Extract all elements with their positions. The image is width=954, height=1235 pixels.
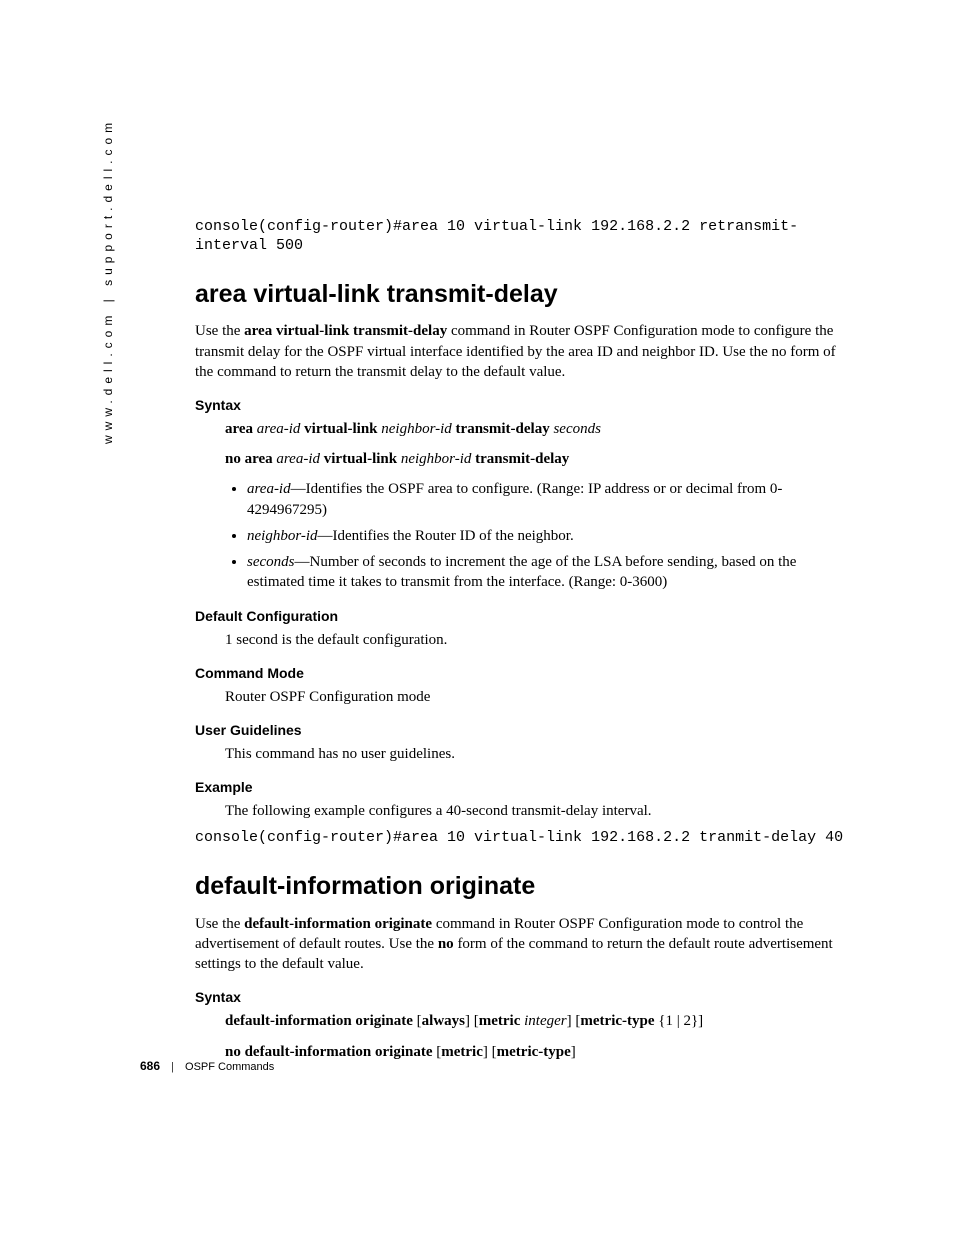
param-name: neighbor-id bbox=[247, 528, 318, 544]
footer-separator: | bbox=[171, 1061, 174, 1073]
section2-intro: Use the default-information originate co… bbox=[195, 914, 844, 975]
param-desc: —Identifies the Router ID of the neighbo… bbox=[318, 528, 574, 544]
subhead-default-config: Default Configuration bbox=[195, 607, 844, 626]
parameter-list-1: area-id—Identifies the OSPF area to conf… bbox=[225, 479, 844, 592]
syntax-line-1a: area area-id virtual-link neighbor-id tr… bbox=[225, 419, 844, 439]
syntax-line-1b: no area area-id virtual-link neighbor-id… bbox=[225, 449, 844, 469]
syn-token: metric bbox=[479, 1013, 524, 1029]
syn-token: no area bbox=[225, 451, 276, 467]
syn-token: metric bbox=[441, 1044, 483, 1060]
syntax-line-2b: no default-information originate [metric… bbox=[225, 1042, 844, 1062]
section-title-2: default-information originate bbox=[195, 870, 844, 904]
subhead-example: Example bbox=[195, 778, 844, 797]
code-block-example: console(config-router)#area 10 virtual-l… bbox=[195, 829, 844, 848]
list-item: neighbor-id—Identifies the Router ID of … bbox=[247, 526, 844, 546]
syn-token: transmit-delay bbox=[456, 421, 554, 437]
syn-token: ] bbox=[571, 1044, 576, 1060]
command-mode-body: Router OSPF Configuration mode bbox=[225, 687, 844, 707]
syn-token: seconds bbox=[553, 421, 601, 437]
section1-intro: Use the area virtual-link transmit-delay… bbox=[195, 321, 844, 382]
param-name: seconds bbox=[247, 554, 295, 570]
page-content: console(config-router)#area 10 virtual-l… bbox=[195, 218, 844, 1072]
syn-token: metric-type bbox=[497, 1044, 571, 1060]
syn-token: virtual-link bbox=[300, 421, 381, 437]
intro-pre: Use the bbox=[195, 916, 244, 932]
subhead-command-mode: Command Mode bbox=[195, 664, 844, 683]
subhead-syntax-2: Syntax bbox=[195, 988, 844, 1007]
page-footer: 686 | OSPF Commands bbox=[140, 1058, 274, 1075]
footer-label: OSPF Commands bbox=[185, 1061, 274, 1073]
syn-token: area bbox=[225, 421, 257, 437]
list-item: seconds—Number of seconds to increment t… bbox=[247, 552, 844, 593]
syn-token: {1 | 2}] bbox=[655, 1013, 704, 1029]
syn-token: ] [ bbox=[483, 1044, 497, 1060]
syn-token: metric-type bbox=[580, 1013, 654, 1029]
syn-token: [ bbox=[433, 1044, 442, 1060]
subhead-user-guidelines: User Guidelines bbox=[195, 721, 844, 740]
sidebar-url-text: www.dell.com | support.dell.com bbox=[100, 118, 116, 444]
default-config-body: 1 second is the default configuration. bbox=[225, 630, 844, 650]
subhead-syntax-1: Syntax bbox=[195, 396, 844, 415]
page-number: 686 bbox=[140, 1059, 160, 1073]
syn-token: area-id bbox=[257, 421, 301, 437]
syn-token: default-information originate bbox=[225, 1013, 413, 1029]
syn-token: integer bbox=[524, 1013, 567, 1029]
code-block-top: console(config-router)#area 10 virtual-l… bbox=[195, 218, 844, 256]
syn-token: neighbor-id bbox=[401, 451, 475, 467]
intro-bold: area virtual-link transmit-delay bbox=[244, 323, 447, 339]
syn-token: area-id bbox=[276, 451, 320, 467]
syn-token: ] [ bbox=[567, 1013, 581, 1029]
syn-token: neighbor-id bbox=[381, 421, 455, 437]
syn-token: [ bbox=[413, 1013, 422, 1029]
section-title-1: area virtual-link transmit-delay bbox=[195, 278, 844, 312]
param-desc: —Identifies the OSPF area to configure. … bbox=[247, 481, 782, 517]
intro-bold2: no bbox=[438, 936, 454, 952]
user-guidelines-body: This command has no user guidelines. bbox=[225, 744, 844, 764]
param-desc: —Number of seconds to increment the age … bbox=[247, 554, 796, 590]
syn-token: always bbox=[422, 1013, 465, 1029]
syn-token: transmit-delay bbox=[475, 451, 569, 467]
intro-pre: Use the bbox=[195, 323, 244, 339]
list-item: area-id—Identifies the OSPF area to conf… bbox=[247, 479, 844, 520]
syn-token: ] [ bbox=[465, 1013, 479, 1029]
param-name: area-id bbox=[247, 481, 291, 497]
example-body: The following example configures a 40-se… bbox=[225, 801, 844, 821]
syntax-line-2a: default-information originate [always] [… bbox=[225, 1011, 844, 1031]
intro-bold: default-information originate bbox=[244, 916, 432, 932]
syn-token: virtual-link bbox=[320, 451, 401, 467]
